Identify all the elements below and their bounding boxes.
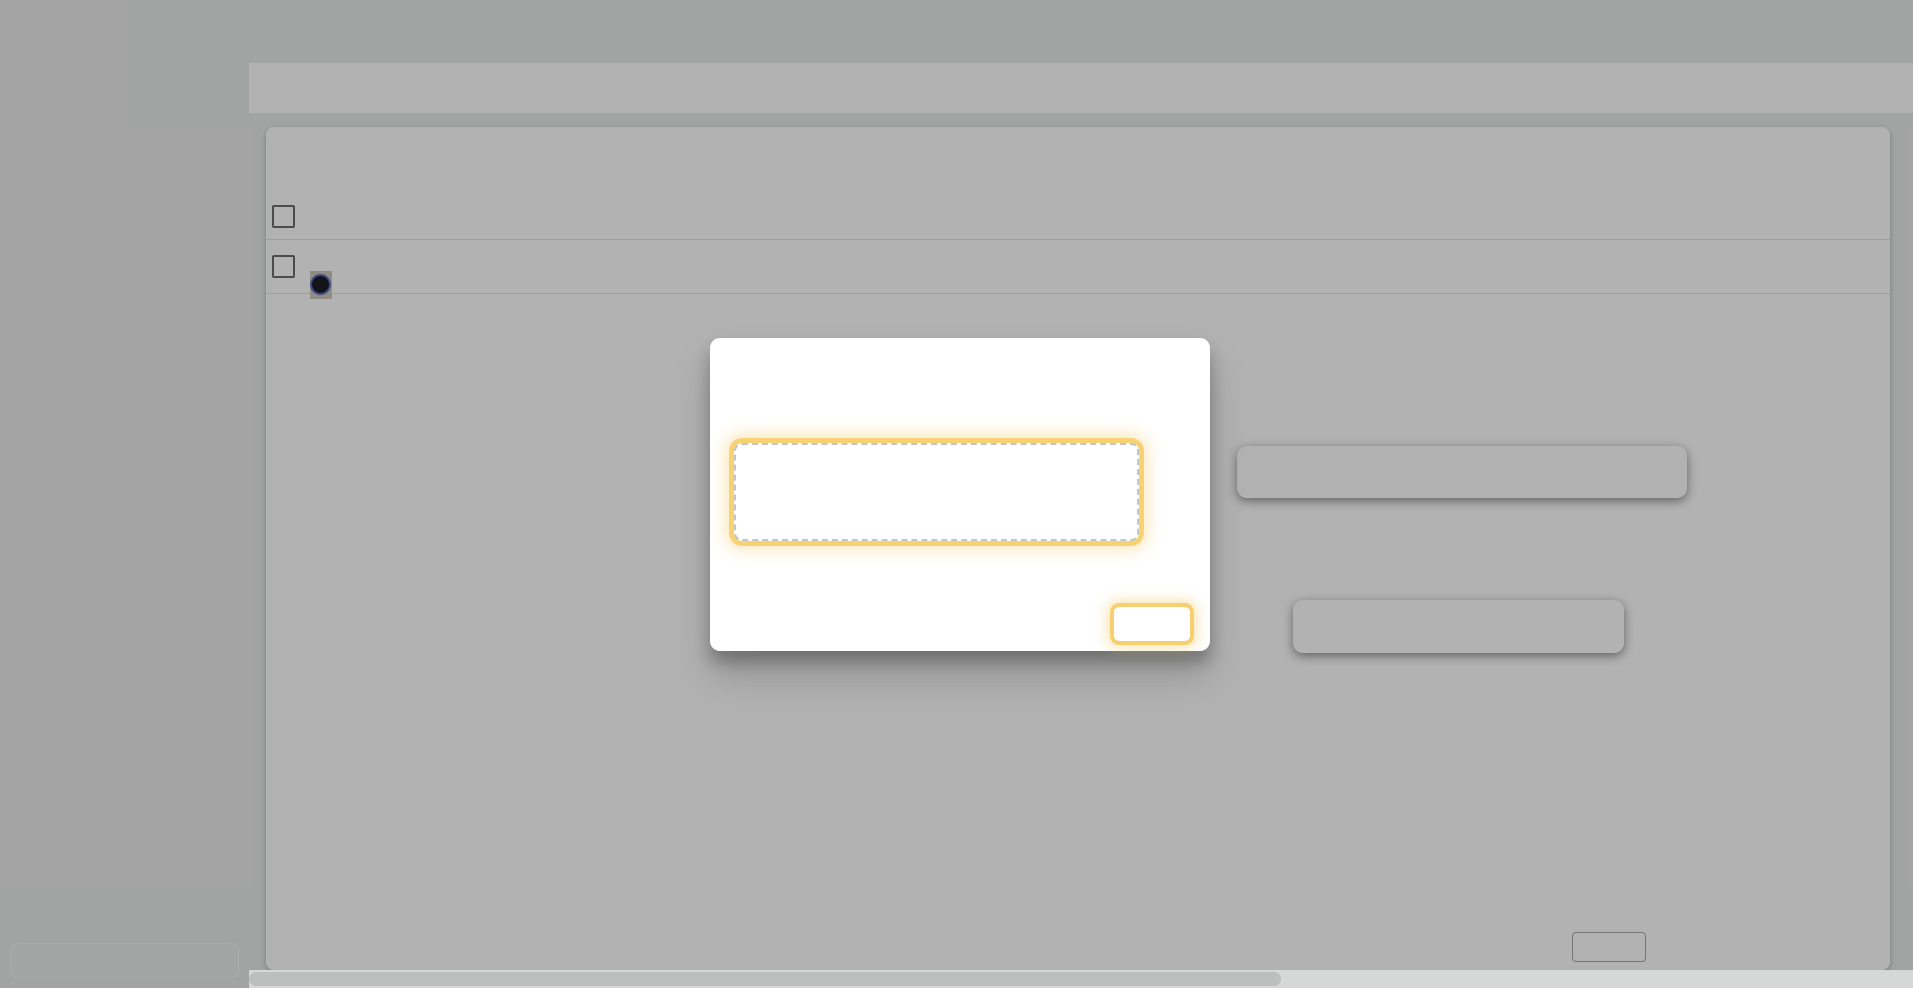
clear-file-icon[interactable] xyxy=(1151,480,1177,506)
import-image-dialog xyxy=(710,338,1210,651)
app-root xyxy=(0,0,1913,988)
cancel-button[interactable] xyxy=(1078,623,1090,625)
close-icon[interactable] xyxy=(1162,357,1188,383)
horizontal-scrollbar[interactable] xyxy=(249,970,1913,988)
cloud-upload-icon xyxy=(901,472,941,512)
import-button[interactable] xyxy=(1114,607,1190,641)
tutorial-callout-import xyxy=(1293,600,1624,653)
json-dropzone[interactable] xyxy=(734,443,1139,541)
tutorial-callout-browse xyxy=(1237,446,1687,498)
scrollbar-thumb[interactable] xyxy=(249,972,1281,986)
